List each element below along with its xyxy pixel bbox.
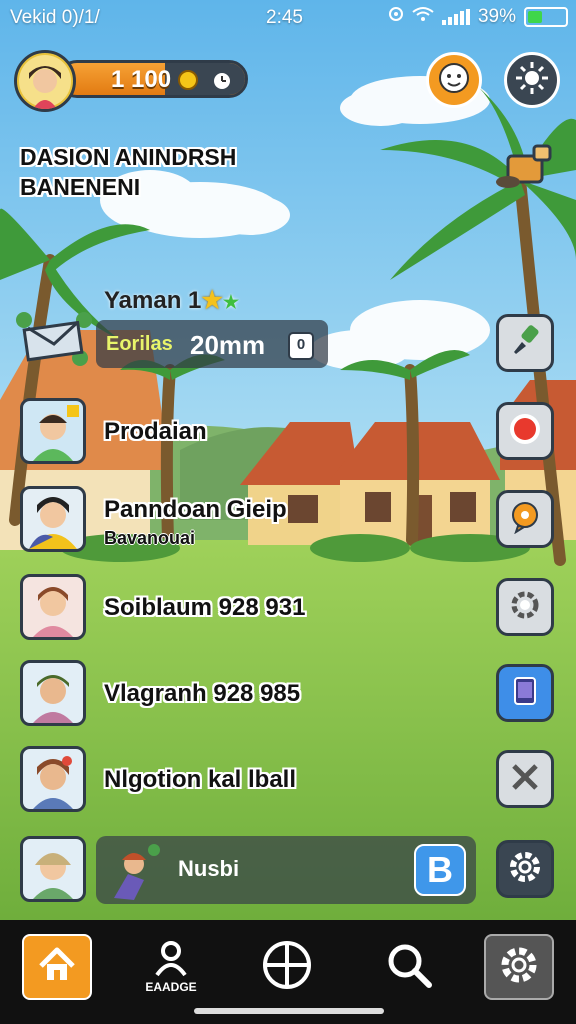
list-item-6[interactable] — [20, 836, 90, 902]
character-portrait — [20, 398, 86, 464]
list-item-label: Soiblaum 928 931 — [104, 594, 306, 621]
list-item-1[interactable]: Prodaian — [20, 398, 360, 464]
daylight-button[interactable] — [504, 52, 560, 108]
clock-text: 2:45 — [266, 7, 303, 28]
sun-icon — [514, 60, 550, 101]
status-bar: Vekid 0)/1/ 2:45 39% — [0, 0, 576, 34]
home-indicator — [194, 1008, 384, 1014]
character-portrait — [20, 660, 86, 726]
record-button[interactable] — [496, 402, 554, 460]
record-icon — [507, 411, 543, 452]
signal-icon — [441, 9, 470, 25]
star-icon: ★ — [201, 287, 223, 314]
tablet-icon — [508, 674, 542, 713]
character-portrait — [20, 574, 86, 640]
headline: DASION ANINDRSH BANENENI — [20, 142, 236, 202]
nav-profile-caption: EAADGE — [145, 980, 197, 994]
avatar[interactable] — [14, 50, 76, 112]
list-item-label: Panndoan Gieip — [104, 496, 287, 523]
chat-bubble-button[interactable] — [496, 490, 554, 548]
list-item-4[interactable]: Vlagranh 928 985 — [20, 660, 360, 726]
mail-pile-icon — [14, 306, 94, 375]
chat-text: Nusbi — [178, 856, 240, 881]
crosshair-icon — [261, 939, 313, 996]
chat-bar[interactable]: Nusbi B — [96, 836, 476, 904]
carrier-text: Vekid 0)/1/ — [10, 7, 100, 28]
tablet-button[interactable] — [496, 664, 554, 722]
list-item-2[interactable]: Panndoan Gieip Bavanouai — [20, 486, 360, 552]
shovel-button[interactable] — [494, 142, 556, 192]
character-portrait — [20, 486, 86, 552]
headline-line-1: DASION ANINDRSH — [20, 144, 237, 170]
location-icon — [388, 6, 404, 28]
settings-gear-icon — [506, 848, 544, 891]
status-icons: 39% — [388, 6, 568, 28]
face-icon — [436, 60, 472, 101]
list-item-label: Vlagranh 928 985 — [104, 680, 301, 707]
headline-line-2: BANENENI — [20, 174, 141, 200]
chat-bubble-icon — [508, 500, 542, 539]
nav-home-button[interactable] — [22, 934, 92, 1000]
list-item-sublabel: Bavanouai — [104, 528, 196, 548]
battery-icon — [524, 7, 568, 27]
home-icon — [37, 946, 77, 989]
character-portrait — [20, 836, 86, 902]
level-text: Yaman 1 — [104, 287, 202, 314]
coin-icon — [177, 69, 199, 96]
gear-outline-button[interactable] — [496, 578, 554, 636]
nav-map-button[interactable] — [252, 934, 322, 1000]
stat-label: Eorilas — [106, 333, 173, 355]
stat-badge[interactable]: 0 — [288, 332, 314, 360]
small-star-icon: ★ — [222, 292, 240, 312]
settings-gear-button[interactable] — [496, 840, 554, 898]
brush-button[interactable] — [496, 314, 554, 372]
gear-outline-icon — [507, 587, 543, 628]
shovel-icon — [494, 144, 556, 196]
stat-value: 20mm — [190, 330, 266, 360]
chat-avatar-icon — [104, 840, 164, 905]
nav-search-button[interactable] — [374, 934, 444, 1000]
wifi-icon — [412, 6, 434, 28]
list-item-label: Nlgotion kal lball — [104, 766, 297, 793]
tools-button[interactable] — [496, 750, 554, 808]
chat-b-button[interactable]: B — [414, 844, 466, 896]
person-icon — [151, 940, 191, 982]
timer-icon — [211, 69, 233, 96]
battery-percent: 39% — [477, 6, 516, 27]
settings-icon — [497, 943, 541, 992]
character-button[interactable] — [426, 52, 482, 108]
list-item-5[interactable]: Nlgotion kal lball — [20, 746, 360, 812]
profile-panel[interactable]: 1 100 — [14, 50, 248, 112]
player-level: Yaman 1★★ — [104, 286, 239, 315]
stat-bar: Eorilas 20mm 0 — [96, 320, 328, 368]
list-item-3[interactable]: Soiblaum 928 931 — [20, 574, 360, 640]
tools-icon — [508, 760, 542, 799]
brush-icon — [508, 324, 542, 363]
list-item-label: Prodaian — [104, 418, 207, 445]
character-portrait — [20, 746, 86, 812]
coin-amount: 1 100 — [111, 66, 172, 93]
coin-counter[interactable]: 1 100 — [58, 60, 248, 98]
nav-settings-button[interactable] — [484, 934, 554, 1000]
search-icon — [385, 941, 433, 994]
